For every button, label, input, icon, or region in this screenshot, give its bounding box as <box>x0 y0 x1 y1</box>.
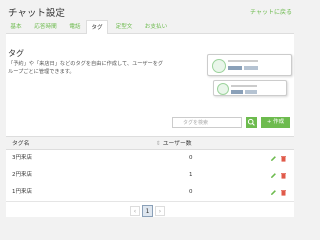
tag-chip <box>244 66 258 70</box>
tag-illustration-card <box>207 54 292 76</box>
table-row[interactable]: 3円来店 0 <box>6 150 294 168</box>
tab-bar: 基本 応答時間 電話 タグ 定型文 お支払い <box>6 20 294 35</box>
delete-trash-icon[interactable] <box>280 189 287 196</box>
tag-chip <box>231 90 243 94</box>
section-title: タグ <box>8 49 24 58</box>
tab-templates[interactable]: 定型文 <box>109 20 139 34</box>
column-header-user-count[interactable]: ⇕ ユーザー数 <box>156 137 192 151</box>
tab-tag[interactable]: タグ <box>86 20 108 35</box>
tab-phone[interactable]: 電話 <box>64 20 86 34</box>
search-button[interactable] <box>246 117 257 128</box>
tab-response-time[interactable]: 応答時間 <box>27 20 64 34</box>
column-header-tag-name[interactable]: タグ名 <box>12 137 29 151</box>
user-count-cell: 0 <box>189 189 193 195</box>
user-avatar-icon <box>212 59 226 73</box>
column-header-user-count-label: ユーザー数 <box>162 141 192 147</box>
pagination-next-button[interactable]: › <box>155 206 165 216</box>
tag-search-input[interactable]: タグを検索 <box>172 117 242 128</box>
placeholder-line <box>231 85 257 87</box>
tag-name-cell: 1円来店 <box>12 189 32 195</box>
pagination-prev-button[interactable]: ‹ <box>130 206 140 216</box>
delete-trash-icon[interactable] <box>280 172 287 179</box>
tab-basic[interactable]: 基本 <box>6 20 26 34</box>
delete-trash-icon[interactable] <box>280 155 287 162</box>
tag-illustration-card <box>213 80 287 96</box>
table-row[interactable]: 1円来店 0 <box>6 184 294 202</box>
tag-chip <box>245 90 257 94</box>
tag-name-cell: 3円来店 <box>12 155 32 161</box>
tag-chip <box>228 66 242 70</box>
search-icon <box>247 118 255 126</box>
placeholder-line <box>228 60 258 62</box>
create-tag-button[interactable]: + 作成 <box>261 117 290 128</box>
page-title: チャット設定 <box>8 8 65 19</box>
user-avatar-icon <box>217 83 229 95</box>
pagination-current-page[interactable]: 1 <box>142 205 153 217</box>
table-header: タグ名 ⇕ ユーザー数 <box>6 136 294 150</box>
user-count-cell: 0 <box>189 155 193 161</box>
tag-name-cell: 2円来店 <box>12 172 32 178</box>
table-row[interactable]: 2円来店 1 <box>6 167 294 185</box>
create-label: 作成 <box>273 119 285 125</box>
user-count-cell: 1 <box>189 172 193 178</box>
edit-pencil-icon[interactable] <box>270 172 277 179</box>
back-to-chat-link[interactable]: チャットに戻る <box>250 7 292 16</box>
sort-icon: ⇕ <box>156 141 161 147</box>
edit-pencil-icon[interactable] <box>270 189 277 196</box>
tab-payment[interactable]: お支払い <box>140 20 172 34</box>
plus-icon: + <box>266 119 272 125</box>
edit-pencil-icon[interactable] <box>270 155 277 162</box>
section-description: 「予約」や「来店日」などのタグを自由に作成して、ユーザーをグループごとに管理でき… <box>8 61 164 75</box>
